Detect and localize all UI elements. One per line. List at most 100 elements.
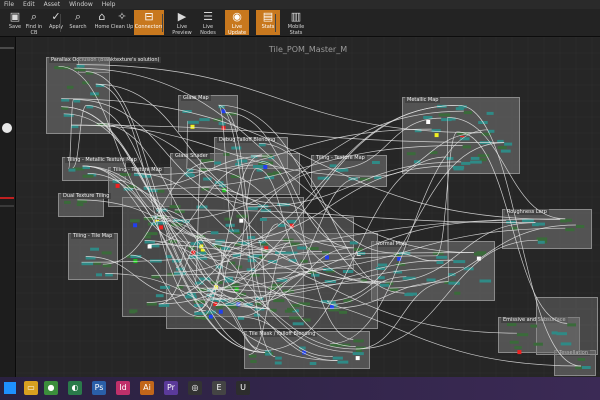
- node-wire: [435, 131, 458, 257]
- connectors-icon: ⊟: [144, 10, 154, 23]
- material-node: [537, 240, 545, 244]
- material-node: [380, 283, 389, 287]
- material-graph-canvas[interactable]: Parallax Occlusion (Blanktexture's solut…: [16, 37, 600, 377]
- material-node: [462, 145, 471, 149]
- node-wire: [389, 224, 576, 289]
- toolbar-separator: [162, 14, 163, 32]
- material-node: [275, 356, 282, 360]
- material-node: [273, 299, 285, 303]
- node-wire: [141, 128, 432, 176]
- node-wire: [133, 172, 286, 252]
- windows-start-icon[interactable]: [4, 382, 16, 394]
- material-node: [81, 262, 93, 266]
- material-node: [311, 273, 320, 277]
- material-node: [436, 255, 448, 259]
- material-node: [429, 151, 438, 155]
- clean-up-button[interactable]: ✧ Clean Up: [110, 10, 134, 35]
- texture-preview-swatch: [239, 218, 244, 223]
- toolbar-button-label: Connectors: [134, 24, 164, 30]
- photoshop-icon[interactable]: Ps: [92, 381, 106, 395]
- material-node: [389, 288, 399, 292]
- material-node: [210, 231, 219, 235]
- texture-preview-swatch: [355, 356, 360, 361]
- material-node: [130, 219, 140, 223]
- menu-file[interactable]: File: [0, 0, 19, 9]
- material-node: [169, 205, 181, 209]
- material-node: [129, 310, 136, 314]
- live-nodes-button[interactable]: ☰ Live Nodes: [196, 10, 220, 36]
- material-node: [426, 278, 436, 282]
- unreal-editor-icon[interactable]: U: [236, 381, 250, 395]
- texture-preview-swatch: [190, 124, 195, 129]
- material-node: [436, 261, 444, 264]
- cleanup-icon: ✧: [117, 10, 127, 23]
- menu-window[interactable]: Window: [65, 0, 98, 9]
- material-node: [199, 118, 210, 122]
- mobile-stats-button[interactable]: ▥ Mobile Stats: [282, 10, 310, 36]
- panel-splitter[interactable]: [0, 197, 14, 199]
- search-button[interactable]: ⌕ Search: [66, 10, 90, 35]
- find-in-cb-button[interactable]: ⌕ Find in CB: [22, 10, 46, 36]
- live-preview-button[interactable]: ▶ Live Preview: [170, 10, 194, 36]
- graph-title: Tile_POM_Master_M: [268, 45, 348, 54]
- material-node: [342, 270, 354, 273]
- node-wire: [68, 99, 74, 169]
- node-wire: [355, 281, 449, 350]
- connectors-button[interactable]: ⊟ Connectors: [134, 10, 164, 35]
- find-icon: ⌕: [30, 10, 38, 23]
- texture-preview-swatch: [147, 244, 152, 249]
- node-wire: [82, 165, 265, 353]
- illustrator-icon[interactable]: Ai: [140, 381, 154, 395]
- indesign-icon[interactable]: Id: [116, 381, 130, 395]
- menu-help[interactable]: Help: [98, 0, 121, 9]
- material-node: [343, 299, 352, 303]
- texture-preview-swatch: [325, 255, 329, 260]
- apply-button[interactable]: ✓ Apply: [44, 10, 68, 35]
- panel-tab[interactable]: [0, 47, 14, 49]
- live-nodes-icon: ☰: [203, 10, 213, 23]
- menu-asset[interactable]: Asset: [40, 0, 65, 9]
- node-wire: [76, 64, 482, 134]
- material-node: [556, 332, 567, 336]
- live-preview-icon: ▶: [177, 10, 187, 23]
- node-wire: [258, 240, 350, 242]
- details-side-panel: [0, 37, 16, 377]
- stats-icon: ▤: [262, 10, 274, 23]
- material-node: [406, 152, 416, 156]
- node-wire: [259, 223, 279, 243]
- material-node: [463, 111, 473, 115]
- toolbar-button-label: Search: [69, 24, 87, 30]
- menu-bar: File Edit Asset Window Help: [0, 0, 600, 9]
- menu-edit[interactable]: Edit: [19, 0, 40, 9]
- material-node: [535, 222, 545, 226]
- material-node: [102, 264, 112, 268]
- material-node: [332, 356, 343, 360]
- preview-sphere-icon[interactable]: [2, 123, 12, 133]
- material-node: [530, 324, 537, 328]
- material-node: [155, 294, 164, 298]
- node-wire: [95, 83, 206, 311]
- material-node: [223, 152, 230, 156]
- material-node: [248, 354, 257, 358]
- premiere-icon[interactable]: Pr: [164, 381, 178, 395]
- material-node: [377, 263, 388, 267]
- material-node: [151, 275, 160, 279]
- material-node: [575, 366, 582, 370]
- app-icon[interactable]: ◐: [68, 381, 82, 395]
- chrome-icon[interactable]: ●: [44, 381, 58, 395]
- file-explorer-icon[interactable]: ▭: [24, 381, 38, 395]
- material-node: [575, 225, 585, 228]
- texture-preview-swatch: [159, 225, 164, 230]
- material-node: [500, 149, 511, 153]
- live-update-button[interactable]: ◉ Live Update: [225, 10, 249, 36]
- material-node: [536, 237, 548, 241]
- stats-button[interactable]: ▤ Stats: [256, 10, 280, 35]
- material-node: [61, 98, 70, 102]
- material-node: [76, 64, 85, 68]
- panel-tab-2[interactable]: [0, 205, 14, 207]
- material-node: [352, 352, 364, 356]
- epic-launcher-icon[interactable]: E: [212, 381, 226, 395]
- material-node: [66, 85, 74, 89]
- app-icon-2[interactable]: ◎: [188, 381, 202, 395]
- toolbar-separator: [60, 14, 61, 32]
